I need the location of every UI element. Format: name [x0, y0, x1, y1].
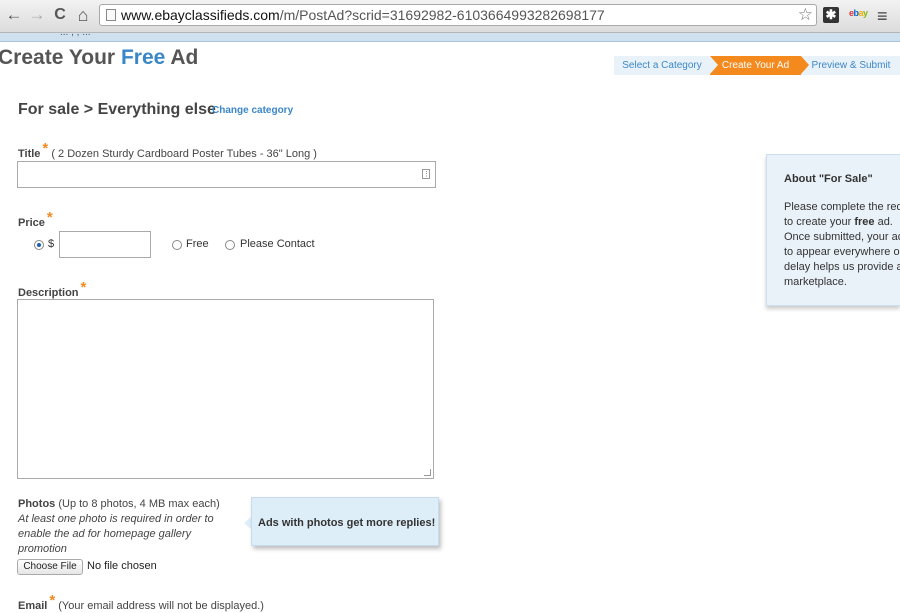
- description-textarea[interactable]: [17, 299, 434, 479]
- choose-file-button[interactable]: Choose File: [17, 559, 83, 575]
- about-line-text: ad.: [874, 216, 893, 228]
- page-title-pre: Create Your: [0, 46, 121, 69]
- about-line: to appear everywhere on: [784, 246, 900, 258]
- step-create-ad: Create Your Ad: [710, 56, 801, 75]
- page-icon: [106, 9, 116, 21]
- site-header-strip: ... , , ...: [0, 27, 900, 42]
- about-line: Please complete the requ: [784, 201, 900, 213]
- about-line: marketplace.: [784, 276, 847, 288]
- price-label-row: Price *: [18, 209, 53, 230]
- about-for-sale-panel: About "For Sale" Please complete the req…: [766, 154, 900, 306]
- email-hint: (Your email address will not be displaye…: [58, 600, 264, 612]
- photos-tooltip-text: Ads with photos get more replies!: [258, 517, 436, 529]
- about-line-bold: free: [854, 216, 875, 228]
- about-line-text: to create your: [784, 216, 855, 228]
- about-title: About "For Sale": [784, 173, 873, 185]
- price-currency-label: $: [48, 238, 55, 250]
- reload-icon[interactable]: C: [50, 5, 70, 25]
- price-free-label: Free: [186, 238, 209, 250]
- required-asterisk: *: [46, 209, 53, 226]
- forward-arrow-icon[interactable]: →: [27, 5, 47, 25]
- description-label-row: Description *: [18, 279, 86, 300]
- photos-label: Photos: [18, 498, 56, 510]
- email-label: Email: [18, 600, 48, 612]
- price-contact-radio[interactable]: [225, 240, 235, 250]
- title-hint: ( 2 Dozen Sturdy Cardboard Poster Tubes …: [51, 148, 317, 160]
- title-label-row: Title * ( 2 Dozen Sturdy Cardboard Poster…: [18, 140, 317, 161]
- photos-note: At least one photo is required in order …: [18, 513, 214, 555]
- about-body: Please complete the requ to create your …: [784, 200, 900, 290]
- step-arrow: [710, 56, 718, 74]
- resize-handle-icon[interactable]: [424, 469, 431, 476]
- price-input[interactable]: [59, 231, 151, 258]
- field-menu-icon[interactable]: ⋮: [422, 169, 430, 179]
- about-line: Once submitted, your ad: [784, 231, 900, 243]
- file-status-text: No file chosen: [87, 560, 157, 572]
- about-line: to create your free ad.: [784, 215, 900, 230]
- home-icon[interactable]: ⌂: [73, 5, 93, 25]
- page-title-post: Ad: [165, 46, 199, 69]
- step-preview-submit: Preview & Submit: [801, 56, 900, 75]
- required-asterisk: *: [49, 592, 56, 609]
- ebay-extension-icon[interactable]: ebay: [849, 8, 868, 18]
- header-cutoff-text: ... , , ...: [60, 27, 91, 38]
- browser-menu-icon[interactable]: ≡: [877, 6, 888, 27]
- change-category-link[interactable]: Change category: [212, 105, 293, 116]
- price-label: Price: [18, 217, 45, 229]
- address-bar[interactable]: www.ebayclassifieds.com/m/PostAd?scrid=3…: [99, 4, 817, 26]
- title-label: Title: [18, 148, 41, 160]
- back-arrow-icon[interactable]: ←: [4, 5, 24, 25]
- url-domain: www.ebayclassifieds.com: [121, 7, 280, 23]
- step-select-category[interactable]: Select a Category: [614, 56, 710, 75]
- ebay-y-letter: y: [863, 8, 868, 18]
- url-text: www.ebayclassifieds.com/m/PostAd?scrid=3…: [121, 7, 605, 23]
- bookmark-star-icon[interactable]: ☆: [798, 5, 813, 25]
- url-path: /m/PostAd?scrid=31692982-610366499328269…: [279, 7, 605, 23]
- price-free-radio[interactable]: [172, 240, 182, 250]
- title-input[interactable]: ⋮: [17, 161, 436, 188]
- category-path: For sale > Everything else: [18, 101, 216, 118]
- page-title-free: Free: [120, 46, 166, 69]
- extension-puzzle-icon[interactable]: ✱: [823, 7, 839, 23]
- price-contact-label: Please Contact: [240, 238, 315, 250]
- browser-toolbar: ← → C ⌂ www.ebayclassifieds.com/m/PostAd…: [0, 0, 900, 33]
- description-label: Description: [18, 287, 79, 299]
- step-arrow-active: [801, 56, 809, 74]
- required-asterisk: *: [42, 140, 49, 157]
- price-amount-radio[interactable]: [34, 240, 44, 250]
- photos-hint: (Up to 8 photos, 4 MB max each): [58, 498, 220, 510]
- required-asterisk: *: [80, 279, 87, 296]
- photos-label-row: Photos (Up to 8 photos, 4 MB max each): [18, 498, 220, 510]
- about-line: delay helps us provide a: [784, 261, 900, 273]
- email-label-row: Email * (Your email address will not be d…: [18, 592, 264, 613]
- page-title: Create Your Free Ad: [0, 46, 198, 70]
